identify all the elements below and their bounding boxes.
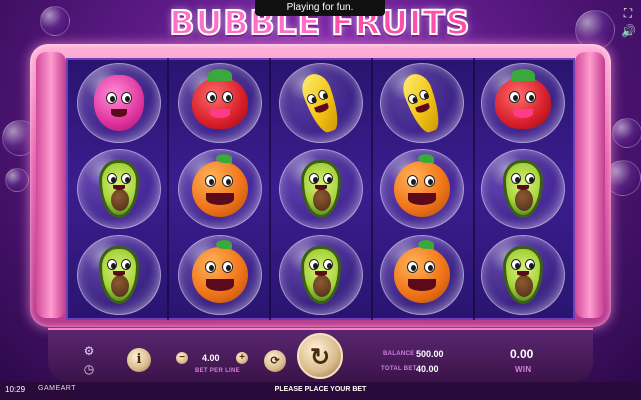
bubble [480,63,565,143]
avocado-symbol-icon [502,246,543,304]
total-bet-value: 40.00 [416,364,439,374]
bubble [379,149,464,229]
bubble [278,235,363,315]
strawberry-symbol-icon [191,69,248,129]
settings-gear-icon[interactable]: ⚙ [82,344,96,358]
avocado-symbol-icon [300,246,341,304]
background-bubble [5,168,29,192]
reel-cell [472,232,573,318]
win-value: 0.00 [510,347,534,361]
reel-cell [270,232,371,318]
reel-cell [169,232,270,318]
reel-cell [472,60,573,146]
reel-grid [66,58,575,320]
bubble [177,149,262,229]
reel-separator [473,58,475,320]
avocado-symbol-icon [98,246,139,304]
reel-cell [169,146,270,232]
status-message: PLEASE PLACE YOUR BET [274,386,367,393]
bubble [76,63,161,143]
orange-symbol-icon [191,240,248,303]
bet-per-line-label: BET PER LINE [195,368,240,374]
bet-per-line-value: 4.00 [202,353,220,363]
reel-cell [68,146,169,232]
reel-cell [68,232,169,318]
fullscreen-icon[interactable]: ⛶ [621,6,635,20]
reel-cell [270,146,371,232]
reel-cell [371,60,472,146]
info-button[interactable]: i [127,348,151,372]
bubble [379,63,464,143]
bubble [480,235,565,315]
bet-decrease-button[interactable]: − [176,352,188,364]
avocado-symbol-icon [502,160,543,218]
orange-symbol-icon [191,154,248,217]
background-bubble [612,118,641,148]
plus-label: + [239,352,245,363]
banana-symbol-icon [398,70,445,136]
autoplay-button[interactable]: ⟳ [264,350,286,372]
avocado-symbol-icon [98,160,139,218]
play-mode-notice: Playing for fun. [255,0,385,16]
banana-symbol-icon [297,70,344,136]
reel-separator [167,58,169,320]
reel-cell [371,232,472,318]
spin-button[interactable]: ↻ [297,333,343,379]
autoplay-history-icon[interactable]: ◷ [82,362,96,376]
balance-value: 500.00 [416,349,444,359]
sound-icon[interactable]: 🔊 [621,24,636,38]
strawberry-symbol-icon [494,69,551,129]
reel-cell [371,146,472,232]
bubble [480,149,565,229]
bet-increase-button[interactable]: + [236,352,248,364]
bubble [76,235,161,315]
reel-separator [371,58,373,320]
info-button-label: i [136,352,142,367]
win-label: WIN [515,365,532,374]
minus-label: − [179,352,185,363]
bubble [278,63,363,143]
reel-cell [270,60,371,146]
bubble [177,63,262,143]
cabinet-left-pillar [36,52,66,318]
reel-separator [269,58,271,320]
raspberry-symbol-icon [93,75,144,131]
reel-cell [68,60,169,146]
background-bubble [40,6,70,36]
bubble [177,235,262,315]
reel-cell [472,146,573,232]
bubble [379,235,464,315]
bubble [76,149,161,229]
orange-symbol-icon [393,240,450,303]
avocado-symbol-icon [300,160,341,218]
orange-symbol-icon [393,154,450,217]
total-bet-label: TOTAL BET [381,366,417,372]
balance-label: BALANCE [383,351,415,357]
cabinet-right-pillar [575,52,605,318]
bubble [278,149,363,229]
reel-cell [169,60,270,146]
